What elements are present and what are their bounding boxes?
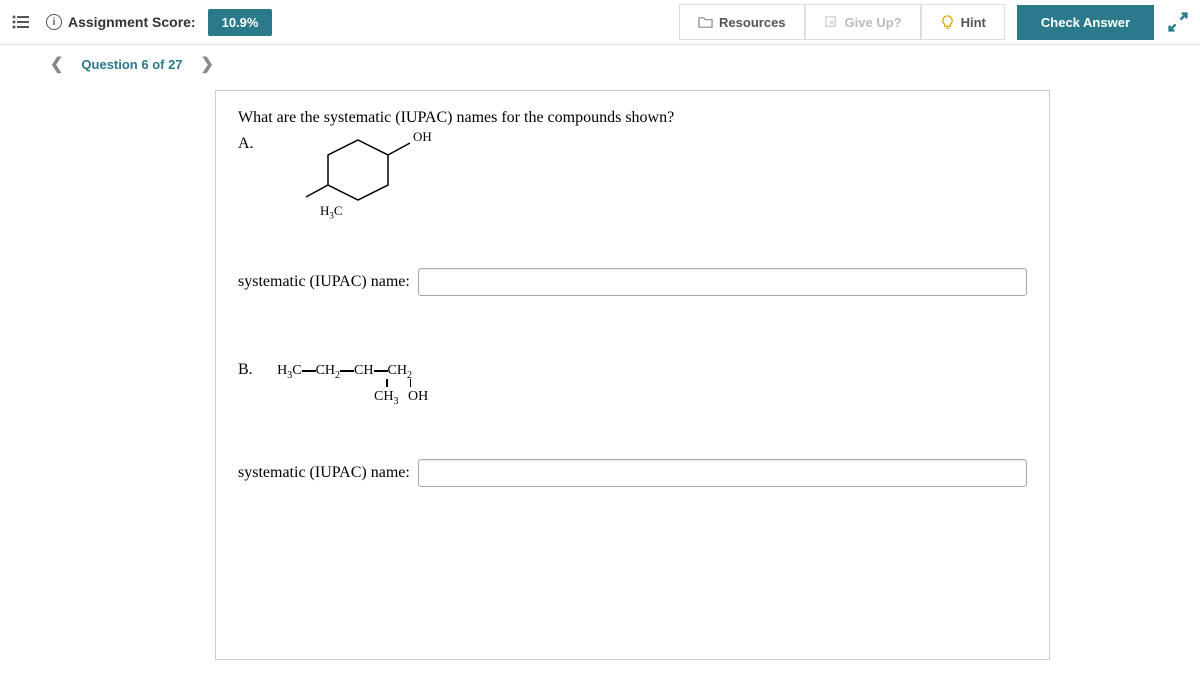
bond [410, 379, 412, 387]
part-b-section: B. H3CCH2CHCH2 CH3 OH systematic (IUPAC)… [238, 361, 1027, 487]
prev-question-button[interactable]: ❮ [50, 54, 63, 74]
input-label-b: systematic (IUPAC) name: [238, 464, 410, 482]
bond [386, 379, 388, 387]
input-label-a: systematic (IUPAC) name: [238, 273, 410, 291]
resources-button[interactable]: Resources [679, 4, 804, 40]
score-badge: 10.9% [208, 9, 273, 36]
part-b-label: B. [238, 361, 253, 379]
svg-text:OH: OH [413, 129, 432, 144]
hint-icon [940, 15, 955, 30]
give-up-button[interactable]: Give Up? [805, 4, 921, 40]
part-a-section: A. OH H3C systematic (IUPAC) name: [238, 135, 1027, 296]
structure-b-row2: CH3 OH [362, 389, 1027, 407]
fullscreen-icon[interactable] [1166, 10, 1190, 34]
info-icon[interactable]: i [46, 14, 62, 30]
question-nav: ❮ Question 6 of 27 ❯ [0, 45, 1200, 83]
next-question-button[interactable]: ❯ [201, 54, 214, 74]
hint-button[interactable]: Hint [921, 4, 1005, 40]
giveup-icon [824, 15, 839, 30]
top-bar: i Assignment Score: 10.9% Resources Give… [0, 0, 1200, 45]
menu-icon[interactable] [10, 10, 34, 34]
assignment-score-label: i Assignment Score: [46, 14, 196, 30]
structure-b: H3CCH2CHCH2 [277, 363, 412, 381]
part-a-label: A. [238, 135, 254, 153]
question-content: What are the systematic (IUPAC) names fo… [215, 90, 1050, 660]
answer-input-a[interactable] [418, 268, 1027, 296]
question-counter: Question 6 of 27 [81, 57, 182, 72]
folder-icon [698, 15, 713, 30]
check-answer-button[interactable]: Check Answer [1017, 5, 1154, 40]
h3c-label: H3C [320, 203, 343, 221]
answer-input-b[interactable] [418, 459, 1027, 487]
